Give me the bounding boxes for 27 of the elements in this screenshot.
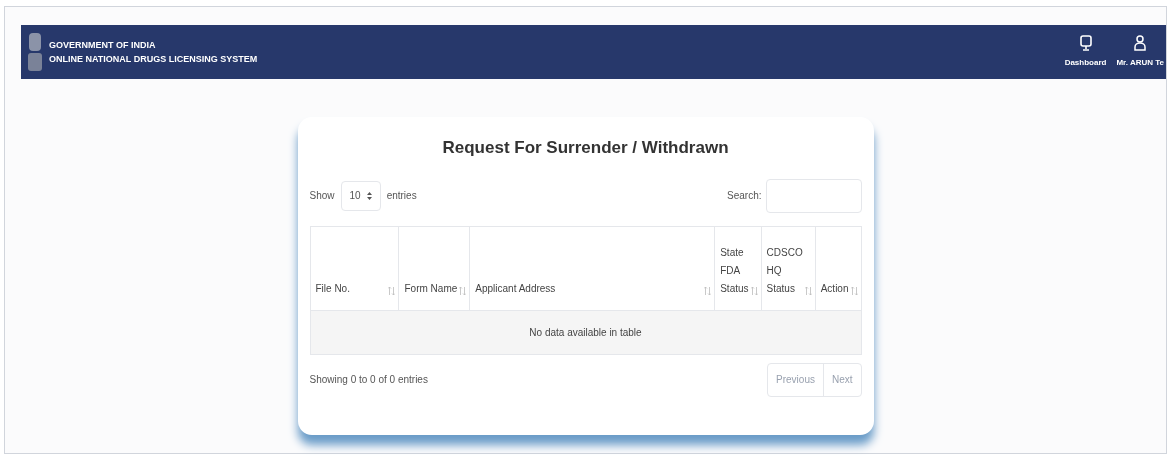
- header-title: GOVERNMENT OF INDIA: [49, 39, 157, 52]
- sort-icon: [704, 286, 712, 295]
- search-label: Search:: [727, 189, 762, 203]
- entries-select[interactable]: 10: [340, 180, 381, 211]
- column-header[interactable]: Form Name: [399, 226, 470, 310]
- card-title: Request For Surrender / Withdrawn: [441, 137, 730, 159]
- sort-icon: [750, 286, 758, 295]
- column-header[interactable]: Action: [815, 226, 861, 310]
- column-header[interactable]: Applicant Address: [469, 226, 715, 310]
- sort-icon: [850, 286, 858, 295]
- empty-message: No data available in table: [310, 310, 861, 354]
- length-label: entries: [386, 189, 417, 203]
- nav-link[interactable]: Dashboard: [1064, 35, 1107, 69]
- header-subtitle: ONLINE NATIONAL DRUGS LICENSING SYSTEM: [49, 53, 258, 66]
- user-icon: [1134, 35, 1147, 51]
- length-label: Show: [309, 189, 335, 203]
- column-header[interactable]: CDSCO HQ Status: [761, 226, 816, 310]
- sort-icon: [459, 286, 467, 295]
- table-info: Showing 0 to 0 of 0 entries: [309, 373, 428, 387]
- sort-icon: [388, 286, 396, 295]
- monitor-icon: [1079, 35, 1092, 51]
- updown-icon: [366, 191, 372, 200]
- search-field[interactable]: [765, 178, 862, 213]
- nav-link[interactable]: Mr. ARUN Te: [1116, 35, 1164, 69]
- column-header[interactable]: File No.: [310, 226, 399, 310]
- column-header[interactable]: State FDA Status: [714, 226, 762, 310]
- sort-icon: [804, 286, 812, 295]
